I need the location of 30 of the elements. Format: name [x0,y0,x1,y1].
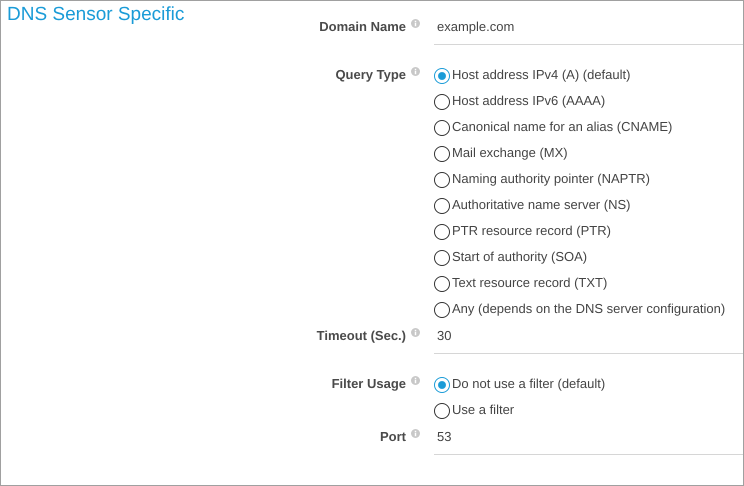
radio-button[interactable] [434,302,450,318]
radio-button[interactable] [434,250,450,266]
radio-option[interactable]: Naming authority pointer (NAPTR) [434,165,650,191]
radio-option[interactable]: Do not use a filter (default) [434,370,606,396]
radio-button[interactable] [434,376,450,392]
radio-button[interactable] [434,68,450,84]
radio-option[interactable]: Host address IPv4 (A) (default) [434,61,630,87]
field-label: Filter Usage [332,376,406,391]
radio-button[interactable] [434,94,450,110]
field-label: Timeout (Sec.) [316,328,406,343]
radio-button[interactable] [434,120,450,136]
section-title: DNS Sensor Specific [6,3,186,26]
radio-option[interactable]: Authoritative name server (NS) [434,191,630,217]
radio-option[interactable]: Mail exchange (MX) [434,139,568,165]
radio-button[interactable] [434,224,450,240]
radio-option[interactable]: Use a filter [434,396,514,422]
field-label: Query Type [335,67,406,82]
radio-button[interactable] [434,198,450,214]
field-label: Domain Name [319,19,406,34]
radio-option[interactable]: PTR resource record (PTR) [434,217,611,243]
field-label: Port [380,429,406,444]
radio-option[interactable]: Text resource record (TXT) [434,269,608,295]
radio-option[interactable]: Any (depends on the DNS server configuration) [434,295,726,321]
radio-button[interactable] [434,276,450,292]
radio-button[interactable] [434,146,450,162]
radio-option[interactable]: Canonical name for an alias (CNAME) [434,113,672,139]
radio-option[interactable]: Start of authority (SOA) [434,243,588,269]
radio-button[interactable] [434,172,450,188]
radio-option[interactable]: Host address IPv6 (AAAA) [434,87,606,113]
radio-button[interactable] [434,402,450,418]
